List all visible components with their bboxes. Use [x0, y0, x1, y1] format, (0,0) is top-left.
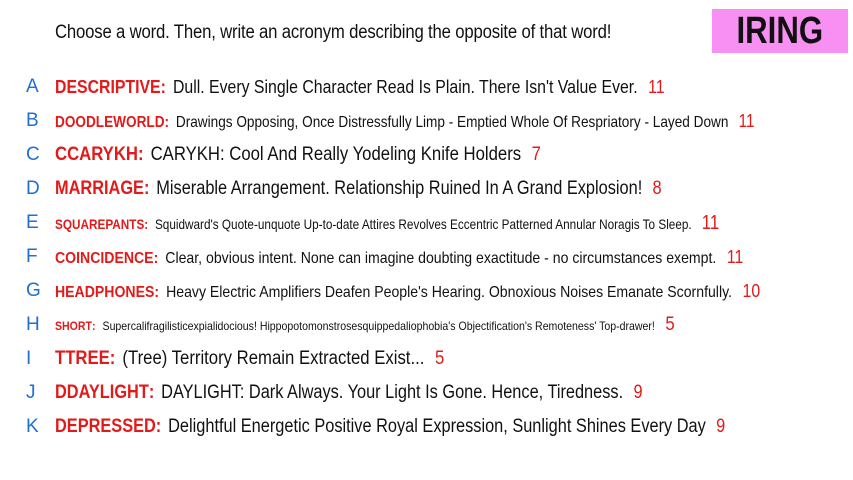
row-letter: D — [26, 178, 40, 199]
row-letter: A — [26, 76, 39, 97]
row-word: MARRIAGE — [55, 178, 144, 199]
row-letter: H — [26, 314, 40, 335]
row-word: SHORT — [55, 319, 92, 333]
row-count: 11 — [648, 76, 665, 97]
row-count: 9 — [716, 416, 726, 437]
row-definition: Heavy Electric Amplifiers Deafen People'… — [166, 283, 732, 301]
row-word: DDAYLIGHT — [55, 382, 149, 403]
row-word: CCARYKH — [55, 144, 138, 165]
row-count: 11 — [738, 110, 755, 131]
row-word: COINCIDENCE — [55, 249, 154, 267]
row-letter: J — [26, 382, 36, 403]
row-word: DEPRESSED — [55, 416, 156, 437]
row-count: 8 — [652, 178, 662, 199]
row-count: 10 — [742, 280, 761, 301]
row-letter: I — [26, 348, 32, 369]
row-count: 5 — [434, 348, 445, 369]
row-count: 5 — [665, 314, 675, 335]
iring-badge: IRING — [712, 9, 848, 53]
row-count: 7 — [531, 144, 541, 165]
row-word: DOODLEWORLD — [55, 113, 165, 131]
row-word: HEADPHONES — [55, 283, 155, 301]
row-definition: Dull. Every Single Character Read Is Pla… — [172, 76, 638, 97]
row-letter: E — [26, 212, 39, 233]
row-definition: Delightful Energetic Positive Royal Expr… — [168, 416, 706, 437]
row-definition: Squidward's Quote-unquote Up-to-date Att… — [154, 215, 692, 232]
prompt-text: Choose a word. Then, write an acronym de… — [55, 22, 612, 43]
row-letter: C — [26, 144, 40, 165]
row-definition: Clear, obvious intent. None can imagine … — [165, 249, 717, 267]
row-definition: DAYLIGHT: Dark Always. Your Light Is Gon… — [161, 382, 624, 403]
row-count: 11 — [726, 246, 744, 267]
badge-label: IRING — [736, 10, 824, 52]
row-word: SQUAREPANTS — [55, 215, 145, 232]
row-letter: F — [26, 246, 38, 267]
row-definition: Drawings Opposing, Once Distressfully Li… — [175, 113, 729, 131]
row-letter: B — [26, 110, 39, 131]
row-letter: K — [26, 416, 39, 437]
row-word: DESCRIPTIVE — [55, 76, 161, 97]
row-word: TTREE — [55, 348, 110, 369]
row-count: 9 — [633, 382, 643, 403]
row-letter: G — [26, 280, 41, 301]
row-count: 11 — [701, 211, 720, 234]
row-definition: CARYKH: Cool And Really Yodeling Knife H… — [150, 144, 522, 165]
row-definition: Miserable Arrangement. Relationship Ruin… — [156, 178, 643, 199]
row-definition: Supercalifragilisticexpialidocious! Hipp… — [102, 319, 655, 333]
row-definition: (Tree) Territory Remain Extracted Exist.… — [122, 348, 425, 369]
